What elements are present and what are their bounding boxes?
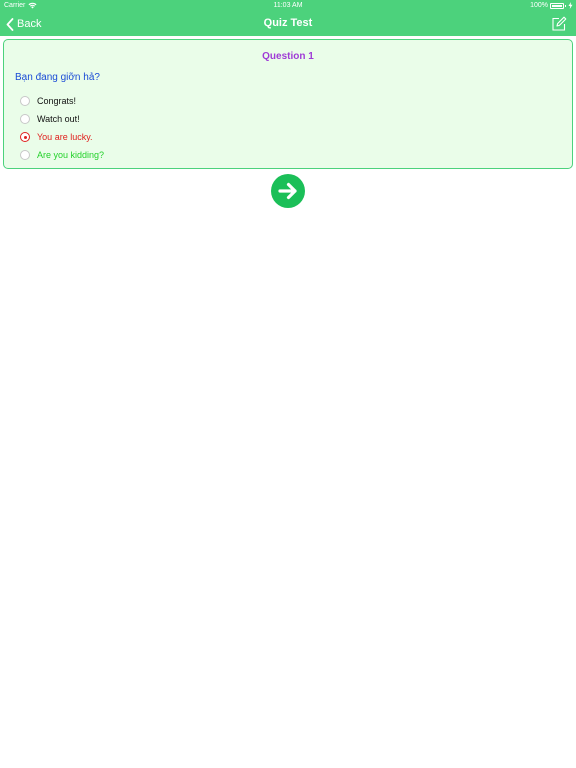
edit-icon (552, 16, 567, 31)
battery-fill (552, 4, 562, 7)
edit-button[interactable] (551, 16, 567, 32)
option-label-correct: Are you kidding? (37, 150, 105, 160)
quiz-screen: Carrier 11:03 AM 100% Back Quiz Test Que… (0, 0, 576, 768)
arrow-right-icon (278, 182, 297, 200)
option-congrats[interactable]: Congrats! (20, 92, 104, 110)
status-time: 11:03 AM (273, 2, 303, 9)
charging-icon (568, 2, 573, 9)
radio-button-selected[interactable] (20, 132, 30, 142)
nav-bar: Back Quiz Test (0, 12, 576, 36)
status-right: 100% (530, 2, 573, 9)
status-bar: Carrier 11:03 AM 100% (0, 0, 576, 12)
radio-button[interactable] (20, 96, 30, 106)
answer-options: Congrats! Watch out! You are lucky. Are … (20, 92, 104, 164)
next-button[interactable] (271, 174, 305, 208)
page-title: Quiz Test (263, 17, 313, 29)
option-label: Watch out! (37, 114, 80, 124)
radio-button[interactable] (20, 150, 30, 160)
question-number: Question 1 (262, 51, 314, 62)
question-text: Bạn đang giỡn hả? (15, 72, 100, 83)
header: Carrier 11:03 AM 100% Back Quiz Test (0, 0, 576, 36)
option-watch-out[interactable]: Watch out! (20, 110, 104, 128)
question-card: Question 1 Bạn đang giỡn hả? Congrats! W… (3, 39, 573, 169)
option-label: Congrats! (37, 96, 77, 106)
battery-icon (550, 2, 566, 9)
battery-percent: 100% (530, 2, 548, 9)
option-label-wrong: You are lucky. (37, 132, 93, 142)
radio-button[interactable] (20, 114, 30, 124)
option-you-are-lucky[interactable]: You are lucky. (20, 128, 104, 146)
option-are-you-kidding[interactable]: Are you kidding? (20, 146, 104, 164)
